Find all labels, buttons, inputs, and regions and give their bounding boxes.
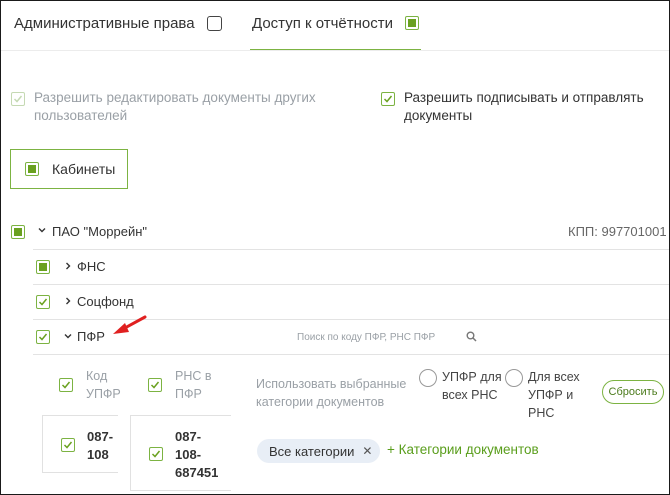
col-rns-header: РНС в ПФР <box>175 369 212 401</box>
radio-upfr-all-rns-label: УПФР для всех РНС <box>442 370 502 402</box>
reset-button[interactable]: Сбросить <box>602 380 664 404</box>
red-arrow-icon <box>113 315 147 334</box>
row-rns-checkbox[interactable] <box>149 447 163 461</box>
row-divider <box>33 249 669 250</box>
sign-send-checkbox[interactable] <box>381 92 395 106</box>
tabs-divider <box>1 50 669 51</box>
socfond-checkbox[interactable] <box>36 295 50 309</box>
chevron-right-icon[interactable] <box>63 296 73 309</box>
row-code-value: 087-108 <box>87 429 114 462</box>
rns-cell-card: 087-108-687451 <box>130 415 231 491</box>
reports-access-checkbox[interactable] <box>405 16 419 30</box>
code-cell-card: 087-108 <box>42 415 118 473</box>
chevron-down-icon[interactable] <box>37 225 47 238</box>
cabinets-button[interactable]: Кабинеты <box>10 149 128 189</box>
org-checkbox[interactable] <box>11 225 25 239</box>
cabinets-label: Кабинеты <box>52 161 116 177</box>
fns-label: ФНС <box>77 259 106 274</box>
org-name: ПАО "Моррейн" <box>52 224 148 239</box>
edit-docs-label: Разрешить редактировать документы других… <box>34 90 316 123</box>
close-icon[interactable]: ✕ <box>362 444 372 458</box>
admin-rights-checkbox[interactable] <box>207 16 222 31</box>
row-code-checkbox[interactable] <box>61 438 75 452</box>
pfr-checkbox[interactable] <box>36 330 50 344</box>
pfr-label: ПФР <box>77 329 105 344</box>
category-chip[interactable]: Все категории ✕ <box>257 439 381 463</box>
category-chip-label: Все категории <box>269 443 355 459</box>
radio-all-upfr-rns-label: Для всех УПФР и РНС <box>528 370 580 420</box>
cabinets-checkbox[interactable] <box>25 162 39 176</box>
tab-admin-rights-label[interactable]: Административные права <box>14 15 195 32</box>
row-divider <box>33 354 669 355</box>
socfond-label: Соцфонд <box>77 294 134 309</box>
add-categories-link[interactable]: + Категории документов <box>387 442 539 457</box>
row-divider <box>33 284 669 285</box>
col-rns-checkbox[interactable] <box>148 378 162 392</box>
radio-all-upfr-rns[interactable] <box>505 369 523 387</box>
row-rns-value: 087-108-687451 <box>175 429 219 480</box>
radio-upfr-all-rns[interactable] <box>419 369 437 387</box>
access-settings-panel: Административные права Доступ к отчётнос… <box>0 0 670 495</box>
org-kpp: КПП: 997701001 <box>568 224 667 239</box>
search-icon[interactable] <box>466 331 477 342</box>
sign-send-label: Разрешить подписывать и отправлять докум… <box>404 90 644 123</box>
pfr-search-input[interactable]: Поиск по коду ПФР, РНС ПФР <box>297 332 435 343</box>
chevron-right-icon[interactable] <box>63 261 73 274</box>
fns-checkbox[interactable] <box>36 260 50 274</box>
chevron-down-icon[interactable] <box>63 331 73 344</box>
col-code-header: Код УПФР <box>86 369 121 401</box>
col-code-checkbox[interactable] <box>59 378 73 392</box>
tab-reports-access-label[interactable]: Доступ к отчётности <box>252 15 393 32</box>
edit-docs-checkbox[interactable] <box>11 92 25 106</box>
use-categories-label: Использовать выбранные категории докумен… <box>256 377 407 409</box>
